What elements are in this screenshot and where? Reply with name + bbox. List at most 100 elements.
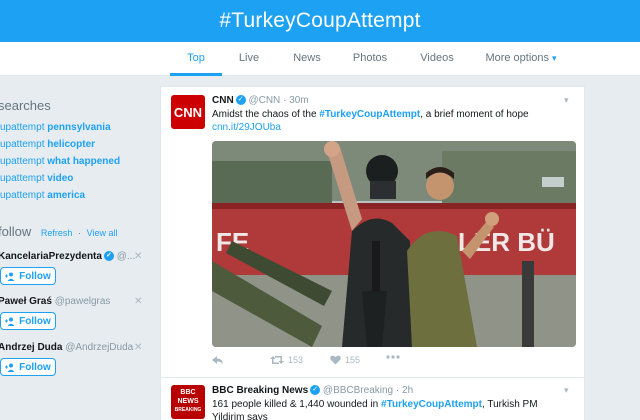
timeline: CNN CNN ✓ @CNN · 30m ▾ Amidst the chaos o… — [160, 86, 585, 420]
search-query: video — [47, 173, 74, 184]
add-user-icon — [5, 272, 15, 281]
separator-dot: · — [283, 95, 287, 106]
search-prefix: upattempt — [0, 173, 45, 184]
related-search-link[interactable]: upattempt what happened — [0, 156, 120, 167]
tweet-text: Amidst the chaos of the #TurkeyCoupAttem… — [212, 108, 562, 134]
account-handle: @... — [116, 251, 136, 262]
view-all-link[interactable]: View all — [87, 228, 118, 238]
separator-dot: · — [78, 228, 82, 238]
account-name[interactable]: Andrzej Duda — [0, 342, 62, 353]
related-search-link[interactable]: upattempt video — [0, 173, 73, 184]
photo-illustration: FE LER BÜ — [212, 141, 576, 347]
account-name-row: KancelariaPrezydenta ✓ @... — [0, 251, 148, 262]
avatar-logo-text: BREAKING — [174, 407, 202, 413]
chevron-down-icon[interactable]: ▾ — [564, 385, 569, 396]
hashtag-link[interactable]: #TurkeyCoupAttempt — [381, 399, 482, 410]
search-prefix: upattempt — [0, 139, 45, 150]
tweet-header: CNN ✓ @CNN · 30m — [212, 95, 309, 106]
tweet-text-part: Amidst the chaos of the — [212, 109, 320, 120]
verified-badge-icon: ✓ — [103, 251, 114, 262]
add-user-icon — [5, 363, 15, 372]
related-search-link[interactable]: upattempt helicopter — [0, 139, 95, 150]
hashtag-link[interactable]: #TurkeyCoupAttempt — [319, 109, 420, 120]
reply-icon — [212, 356, 223, 365]
tweet-url-link[interactable]: cnn.it/29JOUba — [212, 122, 281, 133]
related-search-link[interactable]: upattempt pennsylvania — [0, 122, 111, 133]
like-button[interactable]: 155 — [330, 355, 360, 365]
follow-label: Follow — [19, 315, 51, 327]
avatar[interactable]: CNN — [171, 95, 205, 129]
related-search-link[interactable]: upattempt america — [0, 190, 85, 201]
tab-label: News — [293, 52, 321, 64]
search-query: america — [47, 190, 86, 201]
searches-title: searches — [0, 98, 51, 113]
follow-button[interactable]: Follow — [0, 358, 56, 376]
tweet-author-name[interactable]: CNN — [212, 95, 234, 106]
close-icon[interactable]: ✕ — [134, 296, 142, 307]
tab-label: Live — [238, 52, 260, 64]
add-user-icon — [5, 317, 15, 326]
more-button[interactable] — [386, 355, 400, 359]
tab-photos[interactable]: Photos — [348, 42, 392, 76]
tweet-photo[interactable]: FE LER BÜ — [212, 141, 576, 347]
retweet-count: 153 — [288, 355, 304, 365]
suggested-account: Andrzej Duda @AndrzejDuda ✕ Follow — [0, 342, 148, 376]
tweet-author-name[interactable]: BBC Breaking News — [212, 385, 308, 396]
tweet-divider — [161, 377, 584, 378]
tweet-actions: 153 155 — [212, 355, 512, 371]
tab-top[interactable]: Top — [170, 42, 222, 76]
tab-label: Photos — [352, 52, 388, 64]
tweet-timestamp[interactable]: 30m — [289, 95, 308, 106]
page-title: #TurkeyCoupAttempt — [219, 9, 421, 32]
close-icon[interactable]: ✕ — [134, 251, 142, 262]
who-to-follow-header: follow Refresh · View all — [0, 224, 118, 239]
verified-badge-icon: ✓ — [235, 95, 246, 106]
follow-label: Follow — [19, 270, 51, 282]
follow-label: Follow — [19, 361, 51, 373]
tab-live[interactable]: Live — [232, 42, 266, 76]
search-query: helicopter — [47, 139, 96, 150]
search-prefix: upattempt — [0, 122, 45, 133]
tab-label: Top — [187, 52, 205, 64]
search-query: pennsylvania — [47, 122, 111, 133]
retweet-icon — [270, 356, 284, 364]
search-prefix: upattempt — [0, 190, 45, 201]
follow-button[interactable]: Follow — [0, 267, 56, 285]
tweet-author-handle: @BBCBreaking — [322, 385, 394, 396]
tab-news[interactable]: News — [288, 42, 326, 76]
tweet-text-part: 161 people killed & 1,440 wounded in — [212, 399, 382, 410]
reply-button[interactable] — [212, 355, 224, 365]
chevron-down-icon: ▾ — [552, 53, 557, 63]
heart-icon — [330, 355, 341, 365]
search-query: what happened — [47, 156, 121, 167]
tweet-text-part: , a brief moment of hope — [420, 109, 529, 120]
account-handle: @AndrzejDuda — [65, 342, 134, 353]
tab-videos[interactable]: Videos — [416, 42, 458, 76]
chevron-down-icon[interactable]: ▾ — [564, 95, 569, 106]
tweet-timestamp[interactable]: 2h — [402, 385, 413, 396]
tab-more-options[interactable]: More options ▾ — [480, 42, 562, 76]
account-name-row: Paweł Graś @pawelgras — [0, 296, 148, 307]
more-icon — [386, 355, 400, 359]
tab-label: More options — [485, 52, 550, 64]
follow-button[interactable]: Follow — [0, 312, 56, 330]
tweet-header: BBC Breaking News ✓ @BBCBreaking · 2h — [212, 385, 413, 396]
retweet-button[interactable]: 153 — [270, 355, 303, 365]
close-icon[interactable]: ✕ — [134, 342, 142, 353]
avatar-logo-text: NEWS — [177, 398, 199, 405]
avatar[interactable]: BBC NEWS BREAKING — [171, 385, 205, 419]
tweet-author-handle: @CNN — [248, 95, 281, 106]
avatar-logo-text: BBC — [180, 389, 196, 396]
account-name[interactable]: Paweł Graś — [0, 296, 52, 307]
search-prefix: upattempt — [0, 156, 45, 167]
tab-label: Videos — [420, 52, 454, 64]
tweet-text: 161 people killed & 1,440 wounded in #Tu… — [212, 398, 562, 420]
suggested-account: KancelariaPrezydenta ✓ @... ✕ Follow — [0, 251, 148, 285]
search-tabs: Top Live News Photos Videos More options… — [0, 42, 640, 76]
separator-dot: · — [395, 385, 400, 396]
refresh-link[interactable]: Refresh — [41, 228, 73, 238]
account-name[interactable]: KancelariaPrezydenta — [0, 251, 102, 262]
search-header: #TurkeyCoupAttempt — [0, 0, 640, 42]
like-count: 155 — [345, 355, 361, 365]
account-name-row: Andrzej Duda @AndrzejDuda — [0, 342, 148, 353]
